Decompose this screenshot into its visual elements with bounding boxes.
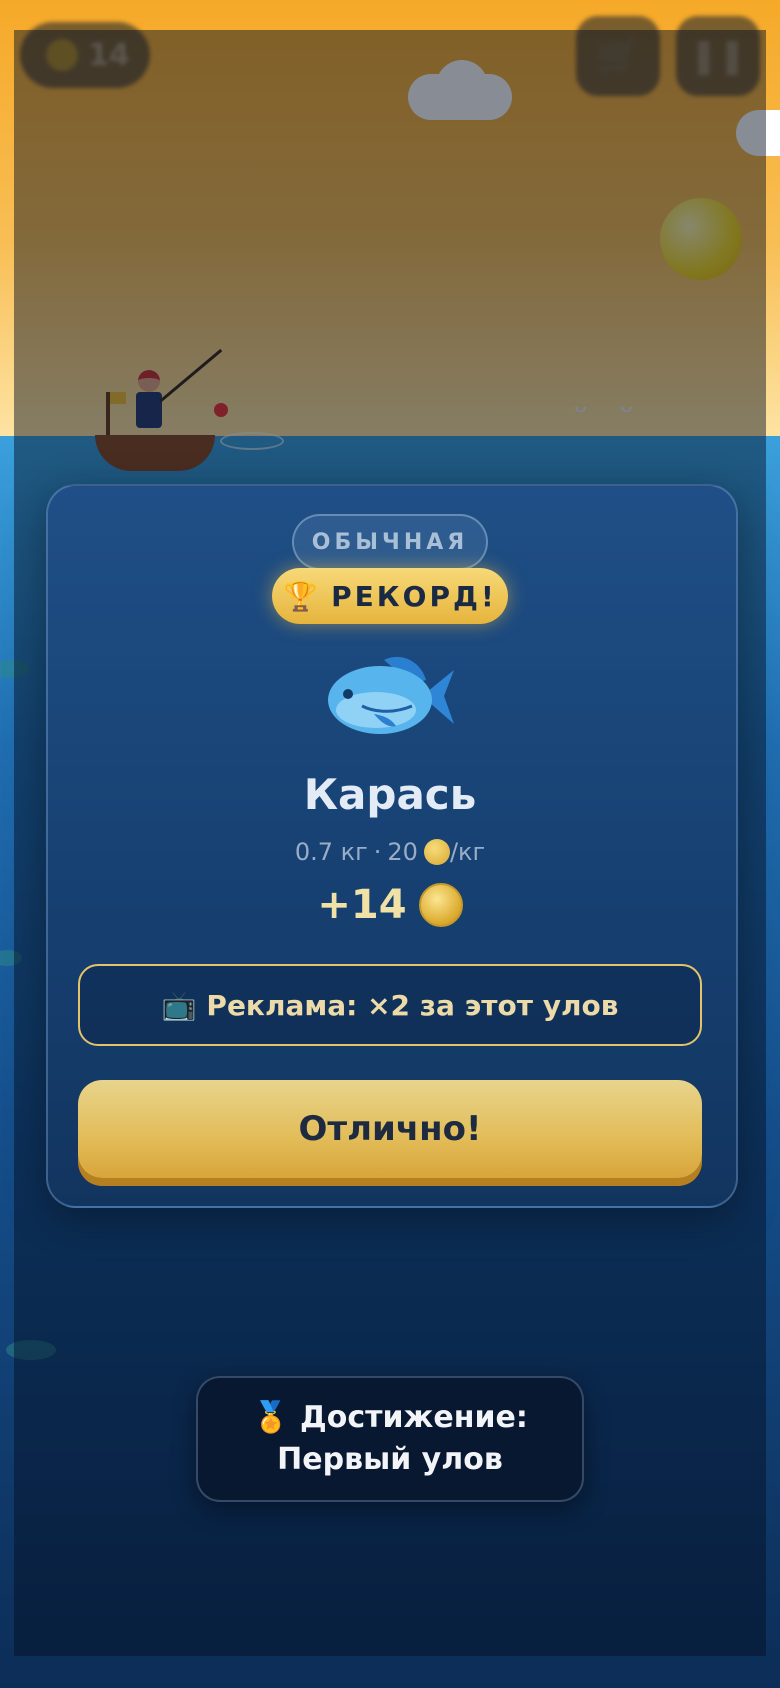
fish-meta: 0.7 кг · 20 /кг: [46, 838, 734, 866]
price-unit: /кг: [449, 838, 486, 866]
medal-icon: 🏅: [252, 1400, 290, 1435]
achievement-title-line: 🏅 Достижение:: [198, 1397, 582, 1439]
achievement-toast: 🏅 Достижение: Первый улов: [196, 1376, 584, 1502]
rarity-badge: ОБЫЧНАЯ: [292, 514, 488, 570]
ok-button[interactable]: Отлично!: [78, 1080, 702, 1178]
achievement-name: Первый улов: [277, 1442, 503, 1477]
record-badge: 🏆 РЕКОРД!: [272, 568, 508, 624]
watch-ad-double-button[interactable]: 📺 Реклама: ×2 за этот улов: [78, 964, 702, 1046]
fish-weight: 0.7 кг: [294, 838, 368, 866]
fish-icon: [328, 656, 454, 734]
tv-icon: 📺: [161, 988, 197, 1022]
record-label: РЕКОРД!: [331, 579, 497, 613]
reward: +14: [46, 882, 734, 928]
coin-icon: [418, 883, 463, 927]
coin-icon: [423, 839, 450, 865]
fish-price: 20: [387, 838, 418, 866]
reward-amount: +14: [317, 882, 407, 928]
trophy-icon: 🏆: [283, 579, 322, 613]
achievement-label: Достижение:: [300, 1400, 528, 1435]
ad-button-label: Реклама: ×2 за этот улов: [206, 988, 619, 1022]
fish-name: Карась: [303, 770, 477, 819]
meta-separator: ·: [373, 838, 382, 866]
